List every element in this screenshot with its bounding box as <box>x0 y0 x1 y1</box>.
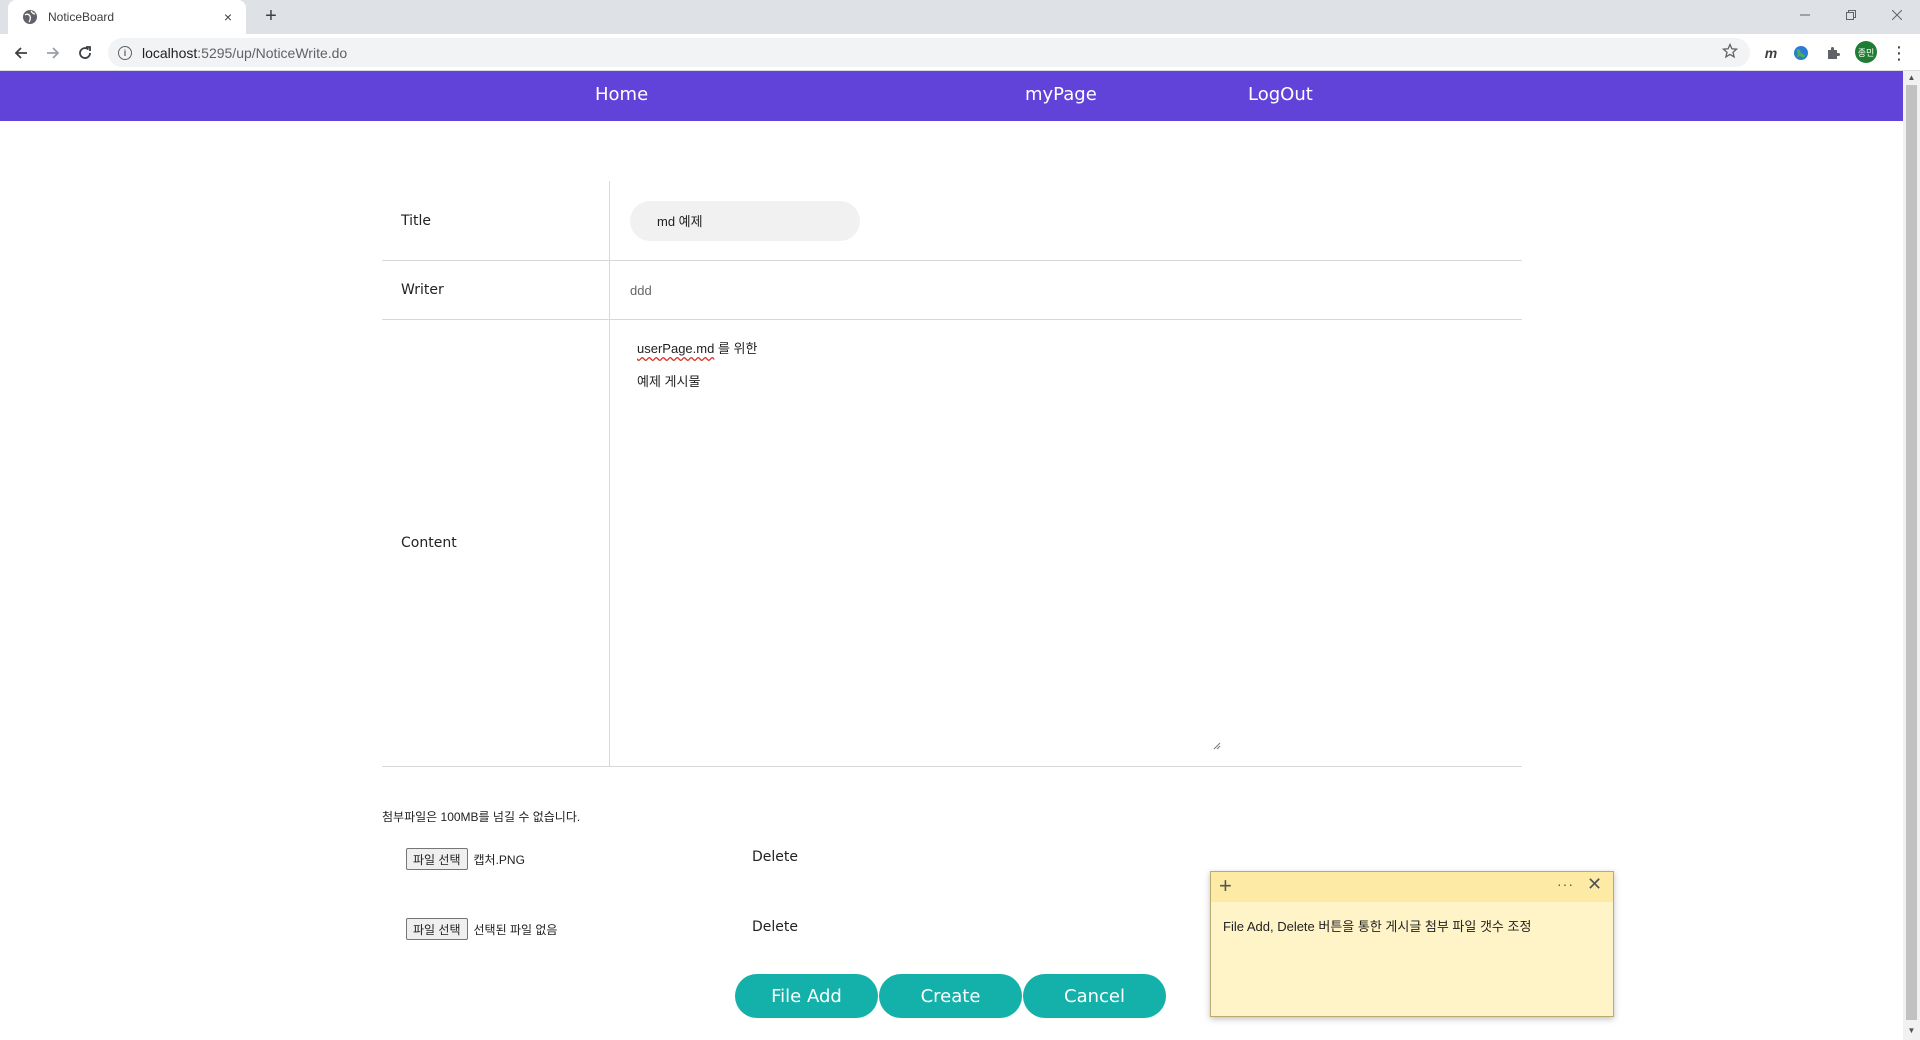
globe-icon <box>23 10 37 24</box>
content-line-1: userPage.md 를 위한 <box>631 338 1221 357</box>
nav-mypage-link[interactable]: myPage <box>1025 84 1097 105</box>
nav-home-link[interactable]: Home <box>595 84 648 105</box>
file-select-button-1[interactable]: 파일 선택 <box>406 848 468 870</box>
url-path: :5295/up/NoticeWrite.do <box>197 44 348 61</box>
sticky-add-icon[interactable]: + <box>1219 874 1232 898</box>
browser-toolbar: i localhost:5295/up/NoticeWrite.do m ⋮ <box>0 34 1920 71</box>
nav-logout-link[interactable]: LogOut <box>1248 84 1313 105</box>
window-close-icon[interactable] <box>1874 0 1920 30</box>
sticky-note-text[interactable]: File Add, Delete 버튼을 통한 게시글 첨부 파일 갯수 조정 <box>1211 902 1613 949</box>
page-scrollbar[interactable]: ▲ ▼ <box>1903 71 1920 1040</box>
cancel-button[interactable]: Cancel <box>1023 974 1166 1018</box>
reload-icon[interactable] <box>74 42 96 64</box>
writer-value: ddd <box>630 282 652 298</box>
browser-menu-icon[interactable]: ⋮ <box>1888 42 1910 64</box>
attachment-row-1: 파일 선택 캡처.PNG <box>406 847 525 871</box>
browser-tab[interactable]: NoticeBoard × <box>8 0 246 34</box>
file-add-button[interactable]: File Add <box>735 974 878 1018</box>
delete-file-button-2[interactable]: Delete <box>752 919 798 935</box>
sticky-note[interactable]: + ··· ✕ File Add, Delete 버튼을 통한 게시글 첨부 파… <box>1210 871 1614 1017</box>
file-name-2: 선택된 파일 없음 <box>473 922 558 937</box>
bookmark-star-icon[interactable] <box>1721 42 1739 62</box>
tab-title: NoticeBoard <box>48 10 115 24</box>
content-textarea[interactable]: userPage.md 를 위한 예제 게시물 <box>631 338 1221 750</box>
notice-form: Title md 예제 Writer ddd Content userPage.… <box>382 181 1522 767</box>
page-viewport: Home myPage LogOut Title md 예제 Writer dd… <box>0 71 1903 1040</box>
profile-avatar[interactable]: 종민 <box>1855 41 1877 63</box>
writer-row: Writer ddd <box>382 261 1522 320</box>
title-row: Title md 예제 <box>382 181 1522 261</box>
file-name-1: 캡처.PNG <box>473 852 525 867</box>
attachment-row-2: 파일 선택 선택된 파일 없음 <box>406 917 557 941</box>
forward-arrow-icon[interactable] <box>42 42 64 64</box>
delete-file-button-1[interactable]: Delete <box>752 849 798 865</box>
content-row: Content userPage.md 를 위한 예제 게시물 <box>382 320 1522 767</box>
minimize-icon[interactable] <box>1782 0 1828 30</box>
address-bar[interactable]: i localhost:5295/up/NoticeWrite.do <box>108 38 1750 67</box>
new-tab-button[interactable]: + <box>260 6 282 28</box>
extension-m-icon[interactable]: m <box>1760 42 1782 64</box>
writer-cell: ddd <box>610 261 1522 319</box>
content-spell-word: userPage.md <box>637 341 715 356</box>
resize-handle-icon[interactable] <box>1211 740 1221 750</box>
content-line-1-rest: 를 위한 <box>714 341 758 356</box>
content-line-2: 예제 게시물 <box>637 374 701 389</box>
sticky-close-icon[interactable]: ✕ <box>1587 874 1602 895</box>
url-host: localhost <box>142 44 198 61</box>
tab-strip: NoticeBoard × + <box>0 0 1920 34</box>
attachment-limit-notice: 첨부파일은 100MB를 넘길 수 없습니다. <box>382 810 581 824</box>
create-button[interactable]: Create <box>879 974 1022 1018</box>
back-arrow-icon[interactable] <box>10 42 32 64</box>
extension-globe-icon[interactable] <box>1790 42 1812 64</box>
sticky-more-icon[interactable]: ··· <box>1557 876 1574 892</box>
title-cell: md 예제 <box>610 181 1522 260</box>
scroll-down-icon[interactable]: ▼ <box>1907 1027 1916 1035</box>
scroll-thumb[interactable] <box>1906 85 1917 1020</box>
title-label: Title <box>382 181 610 260</box>
content-label: Content <box>382 320 610 766</box>
title-input[interactable]: md 예제 <box>630 200 860 241</box>
site-navbar: Home myPage LogOut <box>0 71 1903 121</box>
site-info-icon[interactable]: i <box>118 45 132 60</box>
extensions-puzzle-icon[interactable] <box>1822 42 1844 64</box>
scroll-up-icon[interactable]: ▲ <box>1907 74 1916 82</box>
sticky-note-header: + ··· ✕ <box>1211 872 1613 902</box>
file-select-button-2[interactable]: 파일 선택 <box>406 918 468 940</box>
tab-close-icon[interactable]: × <box>220 9 236 25</box>
writer-label: Writer <box>382 261 610 319</box>
restore-icon[interactable] <box>1828 0 1874 30</box>
